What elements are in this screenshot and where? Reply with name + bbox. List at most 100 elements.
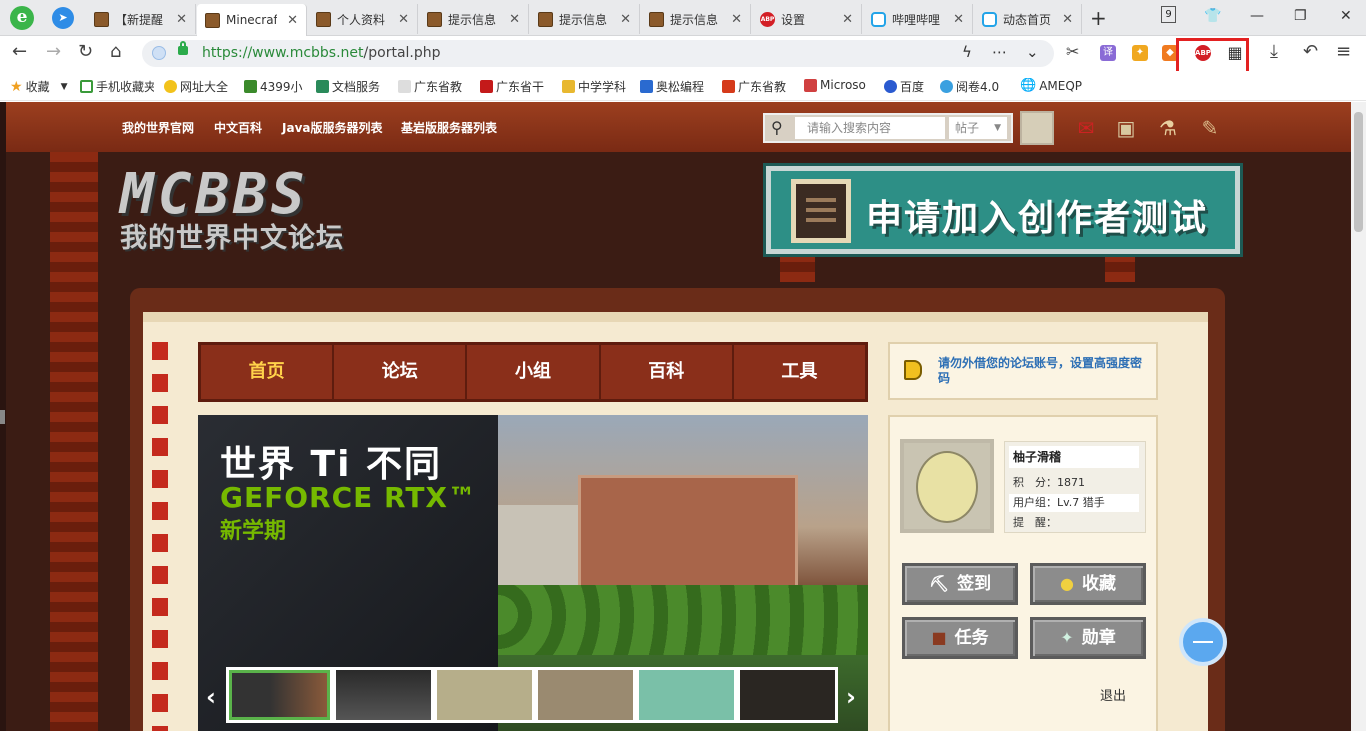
favorites-button[interactable]: ● 收藏 [1030, 563, 1146, 605]
carousel-slide[interactable]: 世界 Ti 不同 GEFORCE RTX™ 新学期 ‹ › [198, 415, 868, 731]
chevron-down-icon[interactable]: ⌄ [1026, 43, 1039, 61]
block-icon[interactable]: ▣ [1112, 114, 1140, 142]
bookmark-item[interactable]: 🌐 AMEQP [1020, 78, 1086, 93]
scrollbar-thumb[interactable] [1354, 112, 1363, 232]
scissors-icon[interactable]: ✂ [1066, 42, 1079, 62]
palette-icon[interactable]: ✎ [1196, 114, 1224, 142]
tab[interactable]: 提示信息 ✕ [641, 4, 751, 34]
close-icon[interactable]: ✕ [842, 12, 853, 27]
bookmark-item[interactable]: 网址大全 [164, 78, 234, 95]
carousel-thumb[interactable] [538, 670, 633, 720]
carousel-prev-button[interactable]: ‹ [206, 683, 216, 711]
close-icon[interactable]: ✕ [398, 12, 409, 27]
logout-link[interactable]: 退出 [1100, 685, 1126, 704]
bookmark-item[interactable]: 百度 [884, 78, 934, 95]
lock-icon[interactable] [178, 41, 188, 55]
carousel-thumb[interactable] [740, 670, 835, 720]
avatar[interactable] [900, 439, 994, 533]
nav-wiki[interactable]: 百科 [601, 345, 734, 399]
link-wiki[interactable]: 中文百科 [214, 119, 262, 136]
lightning-icon[interactable]: ϟ [962, 43, 972, 61]
home-button[interactable]: ⌂ [110, 42, 121, 62]
user-points: 积 分：1871 [1013, 476, 1085, 489]
bookmark-item[interactable]: 广东省教 [398, 78, 468, 95]
creator-test-banner[interactable]: 申请加入创作者测试 [763, 163, 1243, 257]
site-logo[interactable]: MCBBS 我的世界中文论坛 [120, 164, 344, 255]
close-icon[interactable]: ✕ [620, 12, 631, 27]
scrollbar[interactable] [1351, 102, 1366, 731]
nav-forum[interactable]: 论坛 [334, 345, 468, 399]
link-official[interactable]: 我的世界官网 [122, 119, 194, 136]
medals-button[interactable]: ✦ 勋章 [1030, 617, 1146, 659]
avatar[interactable] [1020, 111, 1054, 145]
bookmark-item[interactable]: 中学学科 [562, 78, 628, 95]
more-icon[interactable]: ⋯ [992, 43, 1007, 61]
close-window-button[interactable]: ✕ [1340, 8, 1352, 24]
bookmark-item[interactable]: 广东省教 [722, 78, 792, 95]
search-scope-select[interactable]: 帖子 ▼ [949, 117, 1007, 139]
back-button[interactable]: ← [12, 42, 27, 62]
undo-icon[interactable]: ↶ [1303, 42, 1318, 62]
close-icon[interactable]: ✕ [953, 12, 964, 27]
tab-count-badge[interactable]: 9 [1161, 6, 1176, 23]
nav-tools[interactable]: 工具 [734, 345, 865, 399]
bookmark-item[interactable]: 广东省干 [480, 78, 550, 95]
potion-icon[interactable]: ⚗ [1154, 114, 1182, 142]
url-text[interactable]: https://www.mcbbs.net/portal.php [202, 45, 441, 61]
browser-logo-icon[interactable]: e [10, 6, 34, 30]
tab[interactable]: 哔哩哔哩 ✕ [863, 4, 973, 34]
forward-button[interactable]: → [46, 42, 61, 62]
sidebar-handle[interactable] [0, 410, 5, 424]
bookmark-item[interactable]: 手机收藏夹 [80, 78, 154, 95]
tasks-button[interactable]: ■ 任务 [902, 617, 1018, 659]
restore-button[interactable]: ❐ [1294, 8, 1307, 24]
carousel-thumb[interactable] [639, 670, 734, 720]
search-icon[interactable]: ⚲ [771, 118, 783, 137]
tab[interactable]: 提示信息 ✕ [530, 4, 640, 34]
close-icon[interactable]: ✕ [509, 12, 520, 27]
mail-icon[interactable]: ✉ [1072, 114, 1100, 142]
link-bedrock-servers[interactable]: 基岩版服务器列表 [401, 119, 497, 136]
translate-icon[interactable]: 译 [1100, 45, 1116, 61]
floating-assistant-button[interactable] [1179, 618, 1227, 666]
nav-groups[interactable]: 小组 [467, 345, 601, 399]
shirt-icon[interactable]: 👕 [1204, 8, 1221, 24]
tab[interactable]: 动态首页 ✕ [974, 4, 1082, 34]
bookmark-item[interactable]: 文档服务 [316, 78, 386, 95]
carousel-thumb[interactable] [336, 670, 431, 720]
security-shield-icon[interactable] [152, 46, 166, 60]
close-icon[interactable]: ✕ [1062, 12, 1073, 27]
link-java-servers[interactable]: Java版服务器列表 [282, 119, 382, 136]
minecraft-box-icon [649, 11, 664, 27]
tab[interactable]: ABP 设置 ✕ [752, 4, 862, 34]
tab-active[interactable]: Minecraft ✕ [197, 4, 307, 36]
search-input[interactable]: 请输入搜索内容 [795, 117, 945, 139]
bookmark-item[interactable]: 阅卷4.0 [940, 78, 1006, 95]
tab[interactable]: 【新提醒 ✕ [86, 4, 196, 34]
nav-home[interactable]: 首页 [201, 345, 335, 399]
carousel-next-button[interactable]: › [846, 683, 856, 711]
menu-icon[interactable]: ≡ [1336, 42, 1351, 62]
close-icon[interactable]: ✕ [287, 13, 298, 28]
pinned-tab-icon[interactable]: ➤ [52, 7, 74, 29]
chevron-down-icon[interactable]: ▼ [61, 82, 68, 92]
bookmark-favorites[interactable]: ★ 收藏 ▼ [10, 78, 68, 95]
bookmark-item[interactable]: 奥松编程 [640, 78, 710, 95]
shield-extension-icon[interactable]: ✦ [1132, 45, 1148, 61]
tab[interactable]: 提示信息 ✕ [419, 4, 529, 34]
carousel-thumb[interactable] [437, 670, 532, 720]
reload-button[interactable]: ↻ [78, 42, 93, 62]
checkin-button[interactable]: ⛏ 签到 [902, 563, 1018, 605]
bookmark-item[interactable]: 4399小 [244, 78, 304, 95]
download-icon[interactable]: ⤓ [1270, 42, 1278, 62]
minimize-button[interactable]: — [1250, 8, 1264, 24]
username[interactable]: 柚子滑稽 [1009, 446, 1139, 468]
close-icon[interactable]: ✕ [731, 12, 742, 27]
close-icon[interactable]: ✕ [176, 12, 187, 27]
new-tab-button[interactable]: + [1090, 6, 1107, 30]
address-bar[interactable]: https://www.mcbbs.net/portal.php ϟ ⋯ ⌄ [142, 40, 1054, 67]
tab[interactable]: 个人资料 ✕ [308, 4, 418, 34]
carousel-thumb[interactable] [229, 670, 330, 720]
bookmark-item[interactable]: Microso [804, 78, 870, 92]
decor-lava [780, 252, 815, 282]
